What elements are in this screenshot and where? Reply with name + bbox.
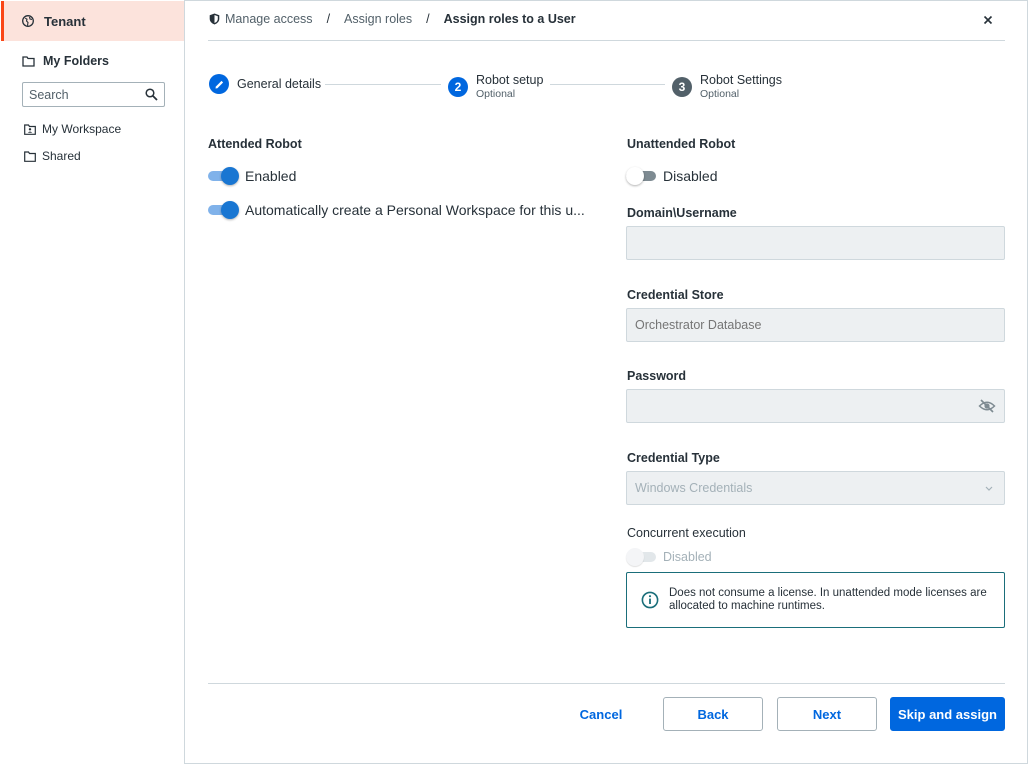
sidebar-item-shared[interactable]: Shared <box>24 149 81 163</box>
attended-robot-title: Attended Robot <box>208 137 302 151</box>
step-robot-settings[interactable]: 3 Robot Settings Optional <box>672 73 782 100</box>
step-sublabel: Optional <box>476 88 516 100</box>
step-label: General details <box>237 77 322 91</box>
breadcrumb: Manage access / Assign roles / Assign ro… <box>209 12 576 26</box>
step-number: 2 <box>448 76 468 97</box>
info-icon <box>641 591 659 609</box>
sidebar: Tenant My Folders My Workspace Shared <box>0 0 185 764</box>
unattended-enabled-label: Disabled <box>663 168 718 184</box>
my-workspace-label: My Workspace <box>42 122 122 136</box>
pencil-icon <box>215 80 223 88</box>
attended-enabled-toggle[interactable] <box>208 167 239 185</box>
sidebar-item-my-folders[interactable]: My Folders <box>22 54 109 68</box>
skip-and-assign-button[interactable]: Skip and assign <box>890 697 1005 731</box>
step-label: Robot setup <box>476 73 544 87</box>
unattended-robot-title: Unattended Robot <box>627 137 736 151</box>
credential-store-label: Credential Store <box>627 288 724 302</box>
credential-store-input[interactable] <box>635 318 955 332</box>
folder-person-icon <box>24 123 36 135</box>
step-label: Robot Settings <box>700 73 782 87</box>
breadcrumb-separator: / <box>326 12 331 26</box>
concurrent-execution-label: Concurrent execution <box>627 526 746 540</box>
credential-store-field[interactable] <box>626 308 1005 342</box>
back-button[interactable]: Back <box>663 697 763 731</box>
attended-enabled-row: Enabled <box>208 167 296 185</box>
breadcrumb-assign-roles[interactable]: Assign roles <box>344 12 412 26</box>
sidebar-item-tenant[interactable]: Tenant <box>1 1 184 41</box>
globe-icon <box>22 15 34 27</box>
my-folders-label: My Folders <box>43 54 109 68</box>
shield-icon <box>209 13 220 25</box>
auto-workspace-label: Automatically create a Personal Workspac… <box>245 202 585 218</box>
tenant-label: Tenant <box>44 13 86 29</box>
attended-enabled-label: Enabled <box>245 168 297 184</box>
domain-username-input[interactable] <box>635 236 955 250</box>
credential-type-value: Windows Credentials <box>635 481 753 495</box>
password-input[interactable] <box>635 399 955 413</box>
close-icon[interactable] <box>980 12 996 28</box>
step-connector <box>550 84 665 85</box>
step-done-indicator <box>209 74 229 94</box>
credential-type-select[interactable]: Windows Credentials <box>626 471 1005 505</box>
step-number: 3 <box>672 76 692 97</box>
step-general-details[interactable]: General details <box>209 74 321 94</box>
chevron-down-icon <box>985 486 993 491</box>
license-info-banner: Does not consume a license. In unattende… <box>626 572 1005 628</box>
auto-workspace-toggle[interactable] <box>208 201 239 219</box>
domain-username-label: Domain\Username <box>627 206 737 220</box>
concurrent-execution-state: Disabled <box>663 550 712 564</box>
folder-icon <box>22 56 35 67</box>
sidebar-item-my-workspace[interactable]: My Workspace <box>24 122 121 136</box>
password-field[interactable] <box>626 389 1005 423</box>
cancel-button[interactable]: Cancel <box>570 697 632 731</box>
password-label: Password <box>627 369 687 383</box>
license-info-text: Does not consume a license. In unattende… <box>669 587 987 612</box>
folder-search[interactable] <box>22 82 165 107</box>
shared-label: Shared <box>42 149 81 163</box>
breadcrumb-separator: / <box>426 12 430 26</box>
unattended-enabled-toggle[interactable] <box>626 167 656 185</box>
unattended-enabled-row: Disabled <box>626 167 717 185</box>
page-title: Assign roles to a User <box>443 12 576 26</box>
concurrent-execution-row: Disabled <box>626 548 712 566</box>
auto-workspace-row: Automatically create a Personal Workspac… <box>208 201 585 219</box>
domain-username-field[interactable] <box>626 226 1005 260</box>
folder-icon <box>24 150 36 162</box>
next-button[interactable]: Next <box>777 697 877 731</box>
step-sublabel: Optional <box>700 88 740 100</box>
breadcrumb-manage-access[interactable]: Manage access <box>225 12 313 26</box>
credential-type-label: Credential Type <box>627 451 720 465</box>
eye-off-icon[interactable] <box>978 398 996 414</box>
step-robot-setup[interactable]: 2 Robot setup Optional <box>448 73 543 100</box>
header-divider <box>208 40 1005 41</box>
concurrent-execution-toggle[interactable] <box>626 548 656 566</box>
search-icon[interactable] <box>145 88 158 101</box>
step-connector <box>325 84 441 85</box>
footer-divider <box>208 683 1005 684</box>
folder-search-input[interactable] <box>29 87 139 102</box>
